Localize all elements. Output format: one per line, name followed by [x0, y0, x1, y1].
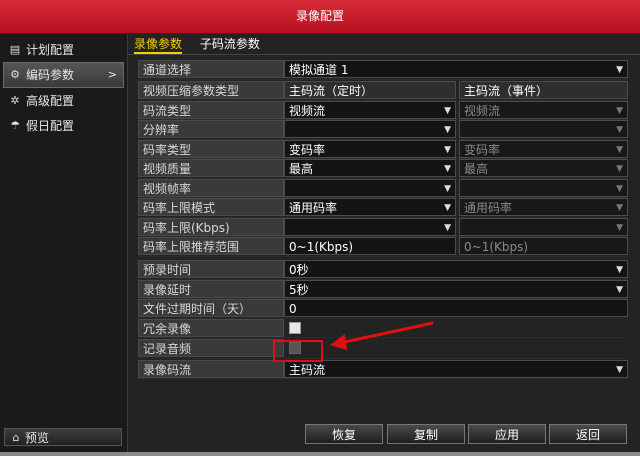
copy-button[interactable]: 复制	[387, 424, 465, 444]
restore-button[interactable]: 恢复	[305, 424, 383, 444]
annotation-arrow-icon	[330, 321, 434, 350]
back-button[interactable]: 返回	[549, 424, 627, 444]
apply-button[interactable]: 应用	[468, 424, 546, 444]
status-bar	[0, 452, 640, 456]
